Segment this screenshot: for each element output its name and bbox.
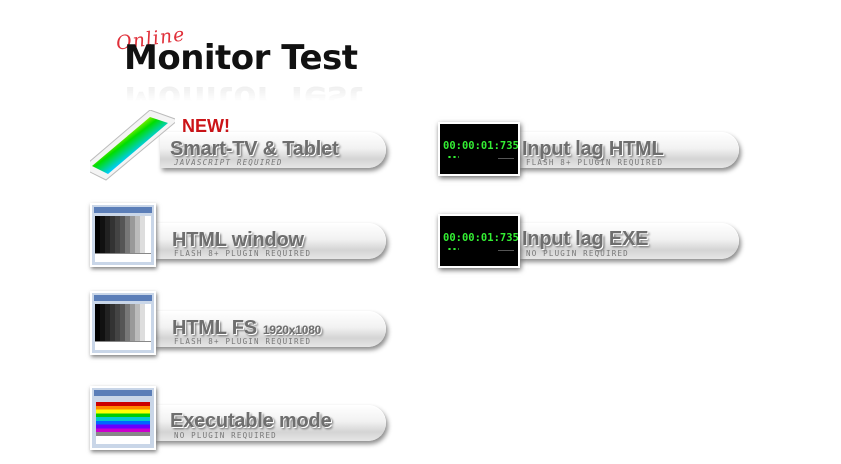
input-lag-html-test-link[interactable]: 00:00:01:735 Input lag HTML FLASH 8+ PLU… [438,122,743,192]
grayscale-window-icon [90,291,156,355]
smart-tv-tablet-test-link[interactable]: Smart-TV & Tablet JAVASCRIPT REQUIRED [90,110,390,181]
tablet-rainbow-icon [90,110,175,181]
rainbow-window-icon [90,386,156,450]
item-label: Input lag EXE [522,228,649,250]
item-label-main: HTML FS [172,317,257,339]
item-requirement: FLASH 8+ PLUGIN REQUIRED [174,249,312,258]
item-requirement: FLASH 8+ PLUGIN REQUIRED [174,337,312,346]
item-requirement: NO PLUGIN REQUIRED [174,431,277,440]
html-window-test-link[interactable]: HTML window FLASH 8+ PLUGIN REQUIRED [90,203,390,273]
item-requirement: FLASH 8+ PLUGIN REQUIRED [526,158,664,167]
html-fullscreen-test-link[interactable]: HTML FS 1920x1080 FLASH 8+ PLUGIN REQUIRE… [90,291,390,361]
timer-display-icon: 00:00:01:735 [438,214,520,268]
timer-text: 00:00:01:735 [443,140,519,152]
executable-mode-test-link[interactable]: Executable mode NO PLUGIN REQUIRED [90,386,390,456]
logo-title: Monitor Test [124,38,358,78]
input-lag-exe-test-link[interactable]: 00:00:01:735 Input lag EXE NO PLUGIN REQ… [438,214,743,284]
item-label-resolution: 1920x1080 [262,323,322,337]
timer-text: 00:00:01:735 [443,232,519,244]
site-logo[interactable]: Online Monitor Test Monitor Test [112,23,412,118]
timer-display-icon: 00:00:01:735 [438,122,520,176]
item-label: Executable mode [170,410,332,432]
grayscale-window-icon [90,203,156,267]
item-requirement: NO PLUGIN REQUIRED [526,249,629,258]
item-requirement: JAVASCRIPT REQUIRED [174,158,283,167]
